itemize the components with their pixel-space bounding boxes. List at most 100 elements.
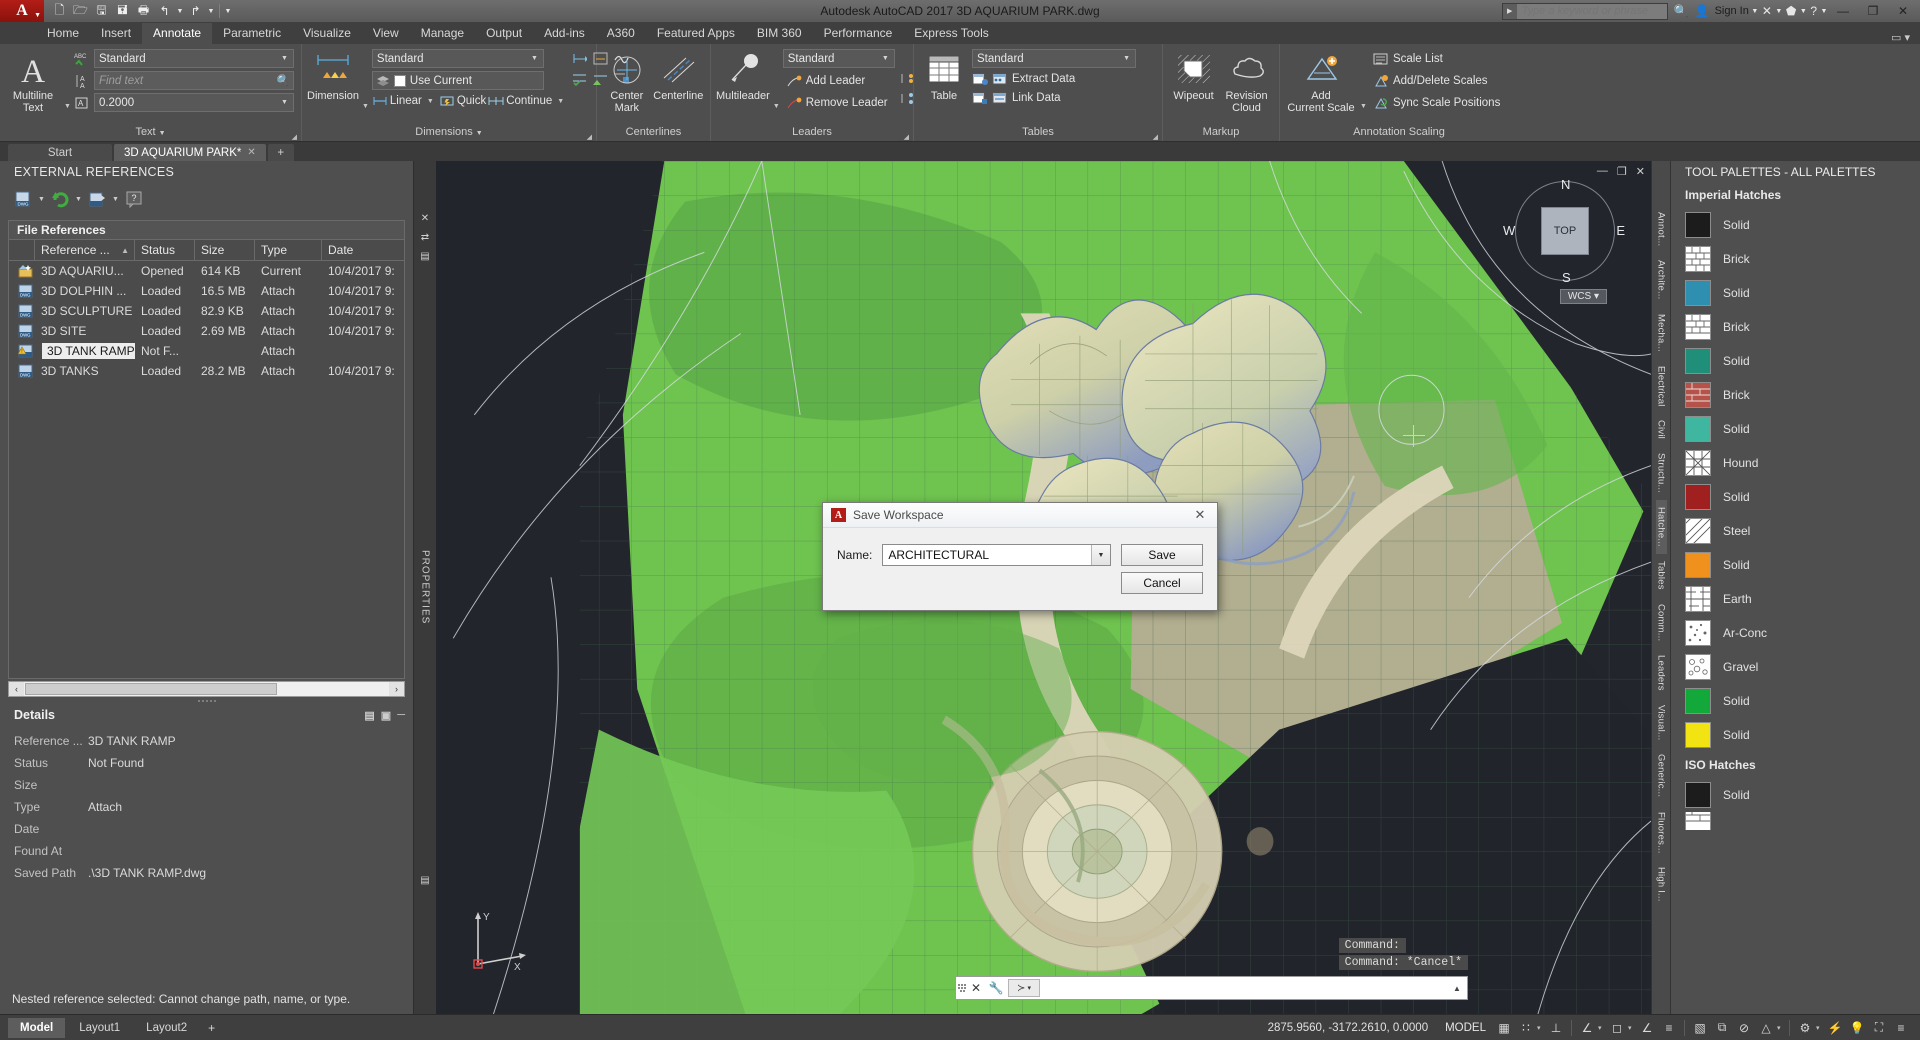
object-snap-tracking-icon[interactable]: ∠ [1636,1015,1658,1040]
multileader-flyout-icon[interactable]: ▼ [773,103,780,124]
hatch-swatch-steel[interactable] [1685,518,1711,544]
selection-cycling-icon[interactable]: ⧉ [1711,1015,1733,1040]
search-input[interactable] [1517,4,1667,19]
change-path-dropdown-icon[interactable]: ▼ [111,196,120,203]
save-as-icon[interactable]: 🖬 [113,2,132,20]
customize-wrench-icon[interactable]: 🔧 [986,981,1006,995]
table-row[interactable]: DWG 3D TANKS Loaded 28.2 MB Attach 10/4/… [9,361,404,381]
layout-tab-layout2[interactable]: Layout2 [134,1018,199,1038]
details-collapse-icon[interactable]: ─ [397,709,405,721]
help-dropdown-icon[interactable]: ▼ [1820,8,1828,15]
multileader-button[interactable]: Multileader [716,48,770,102]
remove-leader-row[interactable]: Remove Leader [783,93,895,112]
command-bar-grip[interactable] [956,978,966,998]
ribbon-tab-performance[interactable]: Performance [813,23,904,44]
transparency-icon[interactable]: ▧ [1689,1015,1711,1040]
find-text-search-icon[interactable]: 🔍 [275,74,289,87]
drawing-minimize-icon[interactable]: — [1597,165,1608,178]
list-item[interactable]: Gravel [1671,650,1920,684]
object-snap-icon[interactable]: ◻ [1606,1015,1628,1040]
palette-tab-civil[interactable]: Civil [1656,413,1667,446]
close-icon[interactable]: ✕ [966,981,986,995]
centerline-button[interactable]: Centerline [652,48,705,102]
table-insert-icon[interactable] [972,71,988,87]
palette-tab-electrical[interactable]: Electrical [1656,359,1667,414]
palette-tab-structural[interactable]: Structu... [1656,446,1667,500]
command-input-bar[interactable]: ✕ 🔧 ≻▾ ▲ [955,976,1468,1000]
workspace-dropdown-icon[interactable]: ▾ [1816,1024,1824,1032]
palette-tab-tables[interactable]: Tables [1656,554,1667,597]
drawing-close-icon[interactable]: ✕ [1636,165,1645,178]
palette-tab-high-intensity[interactable]: High I... [1656,860,1667,909]
properties-palette-collapsed[interactable]: ✕ ⇄ ▤ PROPERTIES ▤ [414,161,436,1014]
workspace-switching-icon[interactable]: ⚙ [1794,1015,1816,1040]
workspace-name-combo[interactable]: ARCHITECTURAL ▼ [882,544,1111,566]
ribbon-tab-output[interactable]: Output [475,23,533,44]
hardware-acceleration-icon[interactable]: ⚡ [1824,1015,1846,1040]
hatch-swatch-ar-conc[interactable] [1685,620,1711,646]
palette-tab-fluorescent[interactable]: Fluores... [1656,805,1667,861]
new-file-tab-button[interactable]: + [268,144,294,161]
dimension-adjust-space-icon[interactable] [571,70,587,86]
minimize-button[interactable]: — [1828,0,1858,22]
hatch-swatch-solid[interactable] [1685,280,1711,306]
ortho-icon[interactable]: ⊥ [1545,1015,1567,1040]
column-status[interactable]: Status [135,240,195,260]
table-row[interactable]: DWG 3D SCULPTURE Loaded 82.9 KB Attach 1… [9,301,404,321]
list-item[interactable]: Solid [1671,480,1920,514]
ribbon-tab-visualize[interactable]: Visualize [292,23,362,44]
view-cube-south[interactable]: S [1562,270,1571,285]
application-menu-button[interactable]: A ▼ [0,0,44,22]
list-item[interactable]: Brick [1671,378,1920,412]
customization-icon[interactable]: ≡ [1890,1015,1912,1040]
close-icon[interactable]: ✕ [421,213,429,224]
dimension-button[interactable]: Dimension [307,48,359,102]
ribbon-tab-a360[interactable]: A360 [596,23,646,44]
ribbon-tab-view[interactable]: View [362,23,410,44]
continue-dropdown-icon[interactable]: ▼ [557,98,564,105]
details-preview-icon[interactable]: ▣ [381,709,391,722]
change-path-icon[interactable] [86,188,108,210]
panel-dialog-launcher-icon[interactable]: ◢ [904,129,909,146]
hatch-swatch-solid[interactable] [1685,552,1711,578]
sync-scale-positions-row[interactable]: Sync Scale Positions [1370,93,1503,112]
column-size[interactable]: Size [195,240,255,260]
palette-tab-mechanical[interactable]: Mecha... [1656,307,1667,359]
text-height-combo[interactable]: 0.2000 ▼ [94,93,294,112]
list-item[interactable]: Solid [1671,718,1920,752]
isolate-objects-icon[interactable]: 💡 [1846,1015,1868,1040]
quick-label[interactable]: Quick [457,95,486,107]
list-item[interactable]: Solid [1671,344,1920,378]
panel-expand-icon[interactable]: ▼ [159,130,166,137]
list-item[interactable]: Solid [1671,208,1920,242]
table-cell-icon[interactable] [972,90,988,106]
hatch-swatch-brick[interactable] [1685,812,1711,830]
panel-dialog-launcher-icon[interactable]: ◢ [292,129,297,146]
column-type[interactable]: Type [255,240,322,260]
palette-tab-hatches[interactable]: Hatche... [1656,500,1667,554]
dimension-break-icon[interactable] [571,50,587,66]
details-list-view-icon[interactable]: ▤ [364,709,374,722]
help-icon[interactable]: ? [1810,4,1817,18]
list-item[interactable] [1671,812,1920,830]
help-icon[interactable]: ? [123,188,145,210]
app-store-dropdown-icon[interactable]: ▼ [1799,8,1807,15]
undo-dropdown-icon[interactable]: ▼ [176,8,184,15]
palette-splitter[interactable] [0,697,413,704]
panel-dialog-launcher-icon[interactable]: ◢ [587,129,592,146]
polar-dropdown-icon[interactable]: ▾ [1598,1024,1606,1032]
text-style-combo[interactable]: Standard ▼ [94,49,294,68]
file-tab-start[interactable]: Start [8,144,112,161]
redo-icon[interactable]: ↱ [186,2,205,20]
ribbon-tab-manage[interactable]: Manage [410,23,475,44]
table-row-selected[interactable]: ! 3D TANK RAMP ! Not F... Attach [9,341,404,361]
hatch-swatch-solid[interactable] [1685,782,1711,808]
qat-customize-icon[interactable]: ▼ [224,8,232,15]
xref-horizontal-scrollbar[interactable]: ‹ › [8,681,405,697]
add-delete-scales-row[interactable]: Add/Delete Scales [1370,71,1503,90]
hatch-swatch-brick[interactable] [1685,382,1711,408]
new-icon[interactable]: 🗋 [50,2,69,20]
hatch-swatch-houndstooth[interactable] [1685,450,1711,476]
scroll-left-icon[interactable]: ‹ [9,682,24,696]
hatch-swatch-brick[interactable] [1685,314,1711,340]
